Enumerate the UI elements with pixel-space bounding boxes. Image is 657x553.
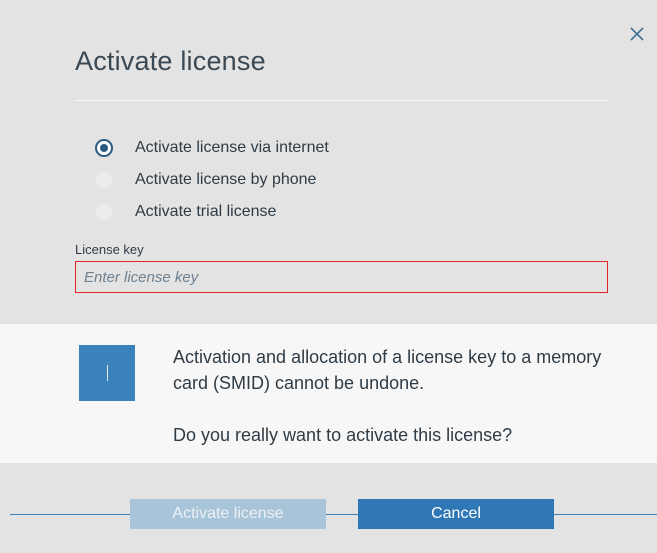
info-message: Activation and allocation of a license k… xyxy=(173,347,602,393)
activate-license-button[interactable]: Activate license xyxy=(130,499,326,529)
dialog-title: Activate license xyxy=(75,46,266,76)
radio-option-trial[interactable]: Activate trial license xyxy=(95,196,329,228)
cancel-button[interactable]: Cancel xyxy=(358,499,554,529)
footer-divider-left xyxy=(10,514,130,515)
activate-license-dialog: Activate license Activate license via in… xyxy=(0,0,657,553)
footer-divider-right xyxy=(554,514,657,515)
license-key-label: License key xyxy=(75,242,144,257)
radio-label: Activate trial license xyxy=(135,203,277,220)
radio-button[interactable] xyxy=(95,203,113,221)
footer-divider-middle xyxy=(326,514,358,515)
title-divider xyxy=(75,100,608,101)
radio-label: Activate license by phone xyxy=(135,171,317,188)
info-icon xyxy=(79,345,135,401)
radio-button-selected[interactable] xyxy=(95,139,113,157)
license-key-input[interactable] xyxy=(75,261,608,293)
close-icon[interactable] xyxy=(625,22,649,46)
info-panel: Activation and allocation of a license k… xyxy=(0,324,657,463)
radio-label: Activate license via internet xyxy=(135,139,329,156)
radio-option-internet[interactable]: Activate license via internet xyxy=(95,132,329,164)
radio-option-phone[interactable]: Activate license by phone xyxy=(95,164,329,196)
radio-button[interactable] xyxy=(95,171,113,189)
confirmation-question: Do you really want to activate this lice… xyxy=(173,425,513,445)
activation-method-radio-group: Activate license via internet Activate l… xyxy=(95,132,329,228)
